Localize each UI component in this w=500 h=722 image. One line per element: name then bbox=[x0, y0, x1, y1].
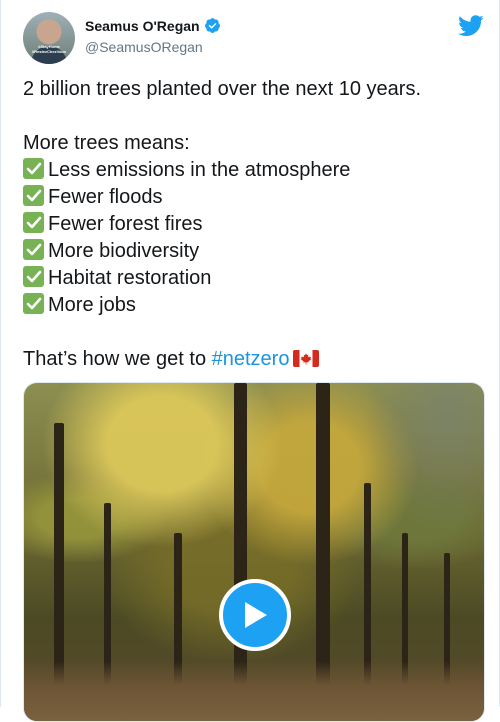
video-player[interactable] bbox=[23, 382, 485, 722]
author-handle[interactable]: @SeamusORegan bbox=[85, 39, 203, 55]
checklist-item: Fewer forest fires bbox=[23, 211, 483, 238]
checklist-item-label: Fewer floods bbox=[48, 186, 163, 208]
checklist-item-label: More jobs bbox=[48, 294, 136, 316]
check-mark-icon bbox=[23, 266, 44, 287]
closing-text: That’s how we get to bbox=[23, 348, 212, 370]
avatar-badge: #StayHome #RestezChezVous bbox=[31, 44, 67, 54]
play-button[interactable] bbox=[219, 579, 291, 651]
checklist-item: More biodiversity bbox=[23, 238, 483, 265]
author-name-row: Seamus O'Regan bbox=[85, 17, 221, 34]
checklist-item-label: Habitat restoration bbox=[48, 267, 212, 289]
tweet-line-intro: More trees means: bbox=[23, 132, 190, 154]
canada-flag-icon bbox=[293, 350, 320, 367]
tweet-card: #StayHome #RestezChezVous Seamus O'Regan… bbox=[0, 0, 500, 722]
checklist-item: Fewer floods bbox=[23, 184, 483, 211]
check-mark-icon bbox=[23, 158, 44, 179]
checklist-item: More jobs bbox=[23, 292, 483, 319]
check-mark-icon bbox=[23, 185, 44, 206]
tweet-text: 2 billion trees planted over the next 10… bbox=[23, 76, 483, 373]
verified-badge-icon bbox=[204, 18, 220, 33]
checklist-item-label: Fewer forest fires bbox=[48, 213, 203, 235]
twitter-bird-icon[interactable] bbox=[458, 15, 484, 37]
check-mark-icon bbox=[23, 293, 44, 314]
check-mark-icon bbox=[23, 239, 44, 260]
tweet-line-closing: That’s how we get to #netzero bbox=[23, 346, 483, 373]
checklist-item: Less emissions in the atmosphere bbox=[23, 157, 483, 184]
tweet-line-headline: 2 billion trees planted over the next 10… bbox=[23, 78, 422, 100]
checklist-item: Habitat restoration bbox=[23, 265, 483, 292]
checklist-item-label: Less emissions in the atmosphere bbox=[48, 159, 351, 181]
check-mark-icon bbox=[23, 212, 44, 233]
author-display-name[interactable]: Seamus O'Regan bbox=[85, 18, 200, 34]
checklist-item-label: More biodiversity bbox=[48, 240, 200, 262]
avatar[interactable]: #StayHome #RestezChezVous bbox=[23, 12, 75, 64]
hashtag-link[interactable]: #netzero bbox=[212, 348, 290, 370]
play-icon bbox=[245, 602, 267, 628]
